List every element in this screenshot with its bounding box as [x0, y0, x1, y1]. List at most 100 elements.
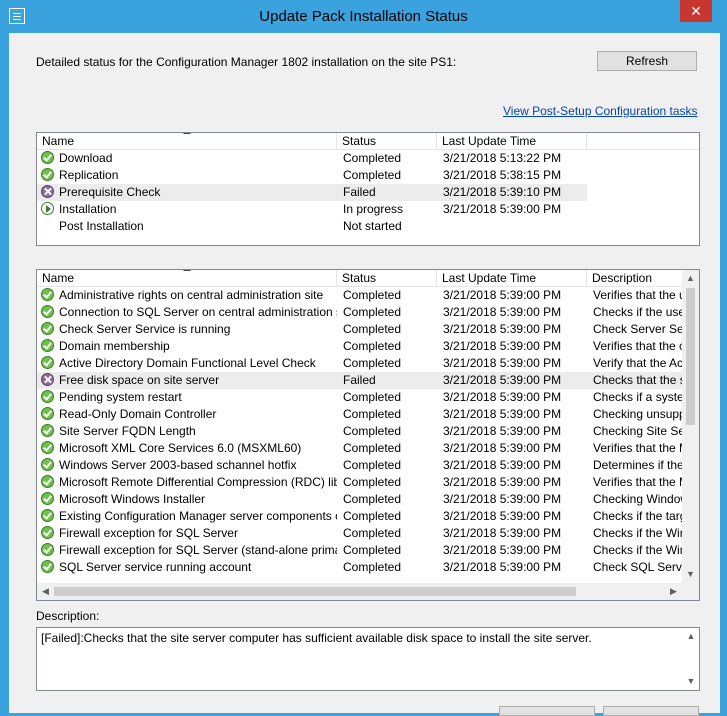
detail-list[interactable]: Name Status Last Update Time Description… — [36, 269, 700, 601]
details-row[interactable]: Windows Server 2003-based schannel hotfi… — [37, 457, 682, 474]
description-scrollbar[interactable]: ▲ ▼ — [683, 628, 699, 690]
scroll-down-icon[interactable]: ▼ — [682, 566, 699, 583]
summary-cell-name: Prerequisite Check — [59, 185, 161, 199]
details-row[interactable]: SQL Server service running account Comple… — [37, 559, 682, 576]
details-cell-status: Completed — [343, 305, 402, 319]
details-cell-desc: Checks if the targe — [593, 509, 682, 523]
summary-col-time[interactable]: Last Update Time — [437, 133, 587, 149]
details-cell-time: 3/21/2018 5:39:00 PM — [443, 339, 562, 353]
scroll-right-icon[interactable]: ▶ — [665, 583, 682, 600]
details-row[interactable]: Firewall exception for SQL Server (stand… — [37, 542, 682, 559]
error-x-icon — [41, 373, 54, 386]
details-row[interactable]: Administrative rights on central adminis… — [37, 287, 682, 304]
details-cell-status: Failed — [343, 373, 376, 387]
details-cell-name: Check Server Service is running — [59, 322, 231, 336]
check-circle-icon — [41, 390, 54, 403]
summary-cell-status: Not started — [343, 219, 402, 233]
details-cell-name: Active Directory Domain Functional Level… — [59, 356, 316, 370]
details-cell-desc: Verifies that the Mi — [593, 441, 682, 455]
window-title: Update Pack Installation Status — [259, 8, 468, 25]
details-cell-status: Completed — [343, 339, 402, 353]
bottom-button-left[interactable] — [499, 706, 595, 716]
details-row[interactable]: Domain membership Completed 3/21/2018 5:39… — [37, 338, 682, 355]
summary-row[interactable]: Download Completed 3/21/2018 5:13:22 PM — [37, 150, 587, 167]
details-row[interactable]: Microsoft XML Core Services 6.0 (MSXML60… — [37, 440, 682, 457]
post-setup-link[interactable]: View Post-Setup Configuration tasks — [503, 104, 698, 118]
summary-cell-status: Failed — [343, 185, 376, 199]
details-cell-desc: Check SQL Server — [593, 560, 682, 574]
summary-header: Name Status Last Update Time — [37, 133, 699, 150]
details-cell-time: 3/21/2018 5:39:00 PM — [443, 441, 562, 455]
summary-col-status[interactable]: Status — [337, 133, 437, 149]
details-cell-desc: Checks if a system — [593, 390, 682, 404]
details-row[interactable]: Read-Only Domain Controller Completed 3/21… — [37, 406, 682, 423]
scroll-up-icon[interactable]: ▲ — [682, 270, 699, 287]
details-cell-name: SQL Server service running account — [59, 560, 252, 574]
scroll-corner — [682, 583, 699, 600]
details-cell-name: Pending system restart — [59, 390, 182, 404]
details-cell-desc: Check Server Serv — [593, 322, 682, 336]
details-row[interactable]: Active Directory Domain Functional Level… — [37, 355, 682, 372]
details-cell-time: 3/21/2018 5:39:00 PM — [443, 356, 562, 370]
summary-cell-status: Completed — [343, 168, 402, 182]
close-button[interactable]: ✕ — [680, 0, 712, 22]
summary-list[interactable]: Name Status Last Update Time Download Com… — [36, 132, 700, 246]
check-circle-icon — [41, 543, 54, 556]
detail-rows: Administrative rights on central adminis… — [37, 270, 682, 583]
details-cell-time: 3/21/2018 5:39:00 PM — [443, 458, 562, 472]
details-row[interactable]: Existing Configuration Manager server co… — [37, 508, 682, 525]
details-row[interactable]: Check Server Service is running Completed… — [37, 321, 682, 338]
details-cell-status: Completed — [343, 441, 402, 455]
summary-row[interactable]: Post Installation Not started — [37, 218, 587, 235]
details-row[interactable]: Free disk space on site server Failed 3/21… — [37, 372, 682, 389]
details-cell-name: Read-Only Domain Controller — [59, 407, 217, 421]
details-cell-name: Firewall exception for SQL Server (stand… — [59, 543, 337, 557]
details-row[interactable]: Microsoft Remote Differential Compressio… — [37, 474, 682, 491]
vertical-scroll-thumb[interactable] — [686, 288, 695, 425]
details-cell-name: Free disk space on site server — [59, 373, 220, 387]
summary-row[interactable]: Installation In progress 3/21/2018 5:39:00… — [37, 201, 587, 218]
summary-row[interactable]: Prerequisite Check Failed 3/21/2018 5:39:1… — [37, 184, 587, 201]
details-cell-name: Microsoft Windows Installer — [59, 492, 206, 506]
refresh-button[interactable]: Refresh — [597, 51, 697, 71]
details-cell-time: 3/21/2018 5:39:00 PM — [443, 475, 562, 489]
summary-cell-name: Post Installation — [59, 219, 144, 233]
details-cell-desc: Determines if the W — [593, 458, 682, 472]
summary-col-name[interactable]: Name — [37, 133, 337, 149]
check-circle-icon — [41, 560, 54, 573]
details-cell-name: Windows Server 2003-based schannel hotfi… — [59, 458, 297, 472]
check-circle-icon — [41, 509, 54, 522]
details-cell-status: Completed — [343, 543, 402, 557]
details-cell-desc: Verify that the Acti — [593, 356, 682, 370]
scroll-left-icon[interactable]: ◀ — [37, 583, 54, 600]
details-cell-status: Completed — [343, 458, 402, 472]
summary-cell-status: In progress — [343, 202, 404, 216]
details-row[interactable]: Site Server FQDN Length Completed 3/21/201… — [37, 423, 682, 440]
details-cell-name: Existing Configuration Manager server co… — [59, 509, 337, 523]
scroll-up-icon[interactable]: ▲ — [683, 628, 699, 645]
horizontal-scrollbar[interactable]: ◀ ▶ — [37, 583, 682, 600]
details-row[interactable]: Connection to SQL Server on central admi… — [37, 304, 682, 321]
details-cell-name: Microsoft XML Core Services 6.0 (MSXML60… — [59, 441, 302, 455]
description-box[interactable]: [Failed]:Checks that the site server com… — [36, 627, 700, 691]
details-cell-status: Completed — [343, 475, 402, 489]
summary-cell-name: Download — [59, 151, 113, 165]
details-cell-status: Completed — [343, 288, 402, 302]
horizontal-scroll-thumb[interactable] — [54, 587, 576, 596]
details-cell-time: 3/21/2018 5:39:00 PM — [443, 526, 562, 540]
check-circle-icon — [41, 322, 54, 335]
details-cell-time: 3/21/2018 5:39:00 PM — [443, 424, 562, 438]
summary-col-name-label: Name — [42, 134, 75, 148]
details-row[interactable]: Pending system restart Completed 3/21/2018… — [37, 389, 682, 406]
check-circle-icon — [41, 339, 54, 352]
bottom-button-right[interactable] — [603, 706, 699, 716]
details-row[interactable]: Firewall exception for SQL Server Complet… — [37, 525, 682, 542]
details-cell-desc: Checks if the Wind — [593, 543, 682, 557]
scroll-down-icon[interactable]: ▼ — [683, 673, 699, 690]
details-cell-name: Connection to SQL Server on central admi… — [59, 305, 337, 319]
vertical-scrollbar[interactable]: ▲ ▼ — [682, 270, 699, 583]
details-row[interactable]: Microsoft Windows Installer Completed 3/21… — [37, 491, 682, 508]
details-cell-time: 3/21/2018 5:39:00 PM — [443, 322, 562, 336]
summary-row[interactable]: Replication Completed 3/21/2018 5:38:15 PM — [37, 167, 587, 184]
check-circle-icon — [41, 151, 54, 164]
